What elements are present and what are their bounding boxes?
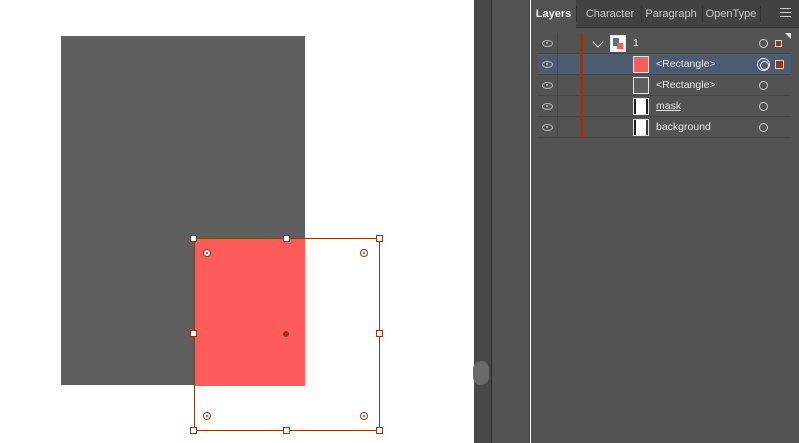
artboard-canvas[interactable]	[0, 0, 474, 443]
red-swatch-thumbnail	[633, 56, 649, 73]
background-thumbnail	[633, 119, 649, 136]
resize-handle-middle-left[interactable]	[190, 330, 197, 337]
gray-swatch-thumbnail	[633, 77, 649, 94]
layer-name[interactable]: 1	[633, 37, 639, 49]
selection-indicator-icon[interactable]	[775, 40, 782, 47]
tab-separator	[760, 6, 761, 22]
layer-name[interactable]: mask	[656, 100, 681, 112]
lock-toggle-column[interactable]	[557, 75, 558, 96]
layer-color-bar	[580, 96, 583, 117]
visibility-eye-icon[interactable]	[542, 82, 553, 89]
panel-tab-bar: Layers Character Paragraph OpenType	[531, 0, 799, 28]
layer-row-red-rectangle[interactable]: <Rectangle>	[537, 54, 791, 75]
layer-color-bar	[580, 54, 583, 75]
tab-separator	[641, 6, 642, 22]
resize-handle-bottom-left[interactable]	[190, 427, 197, 434]
panel-dock-column	[492, 0, 530, 443]
resize-handle-bottom-right[interactable]	[376, 427, 383, 434]
visibility-eye-icon[interactable]	[542, 124, 553, 131]
layer-row-background[interactable]: background	[537, 117, 791, 138]
live-corner-widget-top-right[interactable]	[360, 249, 368, 257]
selection-indicator-icon[interactable]	[775, 60, 784, 69]
visibility-eye-icon[interactable]	[542, 103, 553, 110]
mask-thumbnail	[633, 98, 649, 115]
selected-art-corner-icon	[785, 33, 791, 39]
live-corner-widget-bottom-left[interactable]	[203, 412, 211, 420]
layer-color-bar	[580, 33, 583, 54]
layer-name[interactable]: background	[656, 121, 711, 133]
tab-separator	[702, 6, 703, 22]
layer-color-bar	[580, 117, 583, 138]
target-circle-icon[interactable]	[759, 102, 768, 111]
tab-character[interactable]: Character	[581, 0, 639, 28]
visibility-eye-icon[interactable]	[542, 40, 553, 47]
chevron-down-icon[interactable]	[592, 36, 604, 48]
target-circle-selected-icon[interactable]	[757, 58, 770, 71]
visibility-eye-icon[interactable]	[542, 61, 553, 68]
hamburger-icon[interactable]	[780, 8, 791, 18]
layer-row-mask[interactable]: mask	[537, 96, 791, 117]
tab-opentype[interactable]: OpenType	[704, 0, 758, 28]
canvas-scrollbar-thumb[interactable]	[473, 361, 489, 385]
lock-toggle-column[interactable]	[557, 54, 558, 75]
target-circle-icon[interactable]	[759, 81, 768, 90]
target-circle-icon[interactable]	[759, 39, 768, 48]
resize-handle-top-left[interactable]	[190, 235, 197, 242]
lock-toggle-column[interactable]	[557, 33, 558, 54]
layer-thumbnail	[610, 35, 626, 52]
lock-toggle-column[interactable]	[557, 117, 558, 138]
layer-row-gray-rectangle[interactable]: <Rectangle>	[537, 75, 791, 96]
lock-toggle-column[interactable]	[557, 96, 558, 117]
resize-handle-top-middle[interactable]	[283, 235, 290, 242]
tab-separator	[576, 6, 577, 22]
center-point-icon[interactable]	[283, 331, 289, 337]
live-corner-widget-bottom-right[interactable]	[360, 412, 368, 420]
layers-list: 1 <Rectangle> <Rectangle> mask backgroun…	[537, 33, 791, 138]
layer-name[interactable]: <Rectangle>	[656, 58, 716, 70]
tab-paragraph[interactable]: Paragraph	[643, 0, 699, 28]
layers-panel: Layers Character Paragraph OpenType 1 <R…	[531, 0, 799, 443]
layer-color-bar	[580, 75, 583, 96]
layer-row-1[interactable]: 1	[537, 33, 791, 54]
illustrator-workspace: Layers Character Paragraph OpenType 1 <R…	[0, 0, 799, 443]
target-circle-icon[interactable]	[759, 123, 768, 132]
resize-handle-bottom-middle[interactable]	[283, 427, 290, 434]
tab-layers[interactable]: Layers	[531, 0, 576, 28]
live-corner-widget-top-left[interactable]	[203, 249, 211, 257]
layer-name[interactable]: <Rectangle>	[656, 79, 716, 91]
resize-handle-middle-right[interactable]	[376, 330, 383, 337]
resize-handle-top-right[interactable]	[376, 235, 383, 242]
